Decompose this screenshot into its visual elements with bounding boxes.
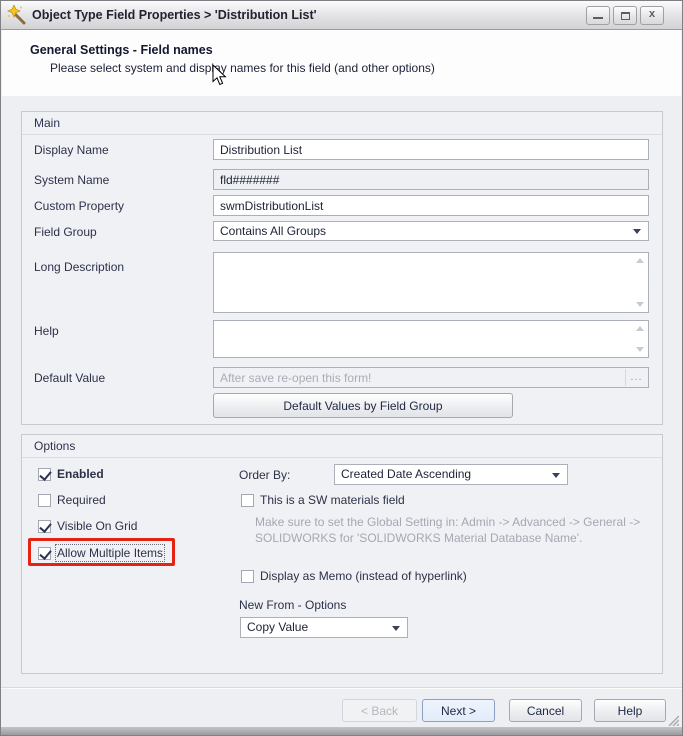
sw-materials-note: Make sure to set the Global Setting in: …	[255, 514, 640, 546]
help-label: Help	[34, 324, 59, 338]
group-main-caption: Main	[34, 116, 61, 130]
system-name-label: System Name	[34, 173, 110, 187]
mouse-cursor-icon	[212, 65, 227, 86]
title-bar[interactable]: Object Type Field Properties > 'Distribu…	[1, 1, 682, 30]
order-by-label: Order By:	[239, 468, 291, 482]
display-memo-checkbox[interactable]	[241, 569, 254, 583]
window-bottom-edge	[1, 727, 682, 735]
note-line-2: SOLIDWORKS for 'SOLIDWORKS Material Data…	[255, 531, 583, 545]
group-main: Main Display Name System Name Custom Pro…	[21, 111, 663, 425]
allow-multiple-items-checkbox[interactable]	[38, 546, 51, 560]
long-description-textarea[interactable]	[213, 252, 649, 313]
chevron-down-icon	[392, 625, 400, 631]
order-by-value: Created Date Ascending	[341, 467, 472, 481]
required-label[interactable]: Required	[57, 493, 106, 507]
enabled-label[interactable]: Enabled	[57, 467, 104, 481]
help-textarea[interactable]	[213, 320, 649, 358]
new-from-options-dropdown[interactable]: Copy Value	[240, 617, 408, 638]
new-from-options-value: Copy Value	[247, 620, 309, 634]
scroll-down-icon[interactable]	[636, 302, 644, 307]
maximize-icon	[621, 12, 630, 20]
scroll-up-icon[interactable]	[636, 326, 644, 331]
close-icon: x	[648, 8, 656, 20]
visible-on-grid-checkbox[interactable]	[38, 519, 51, 533]
page-subtitle: Please select system and display names f…	[50, 61, 435, 75]
wizard-header: General Settings - Field names Please se…	[2, 30, 681, 96]
checkbox-row-allow-multiple-items: Allow Multiple Items	[38, 544, 166, 562]
checkbox-row-visible-on-grid: Visible On Grid	[38, 519, 137, 533]
help-button[interactable]: Help	[594, 699, 666, 722]
minimize-button[interactable]	[586, 6, 610, 25]
default-values-by-field-group-button[interactable]: Default Values by Field Group	[213, 393, 513, 418]
page-title: General Settings - Field names	[30, 43, 213, 57]
long-description-label: Long Description	[34, 260, 125, 274]
custom-property-input[interactable]	[213, 195, 649, 216]
default-value-field[interactable]: ...	[213, 367, 649, 388]
next-button[interactable]: Next >	[422, 699, 495, 722]
note-line-1: Make sure to set the Global Setting in: …	[255, 515, 641, 529]
chevron-down-icon	[552, 472, 560, 478]
dialog-window: Object Type Field Properties > 'Distribu…	[0, 0, 683, 736]
system-name-input[interactable]	[213, 169, 649, 190]
display-name-label: Display Name	[34, 143, 109, 157]
new-from-options-label: New From - Options	[239, 598, 347, 612]
field-group-label: Field Group	[34, 225, 97, 239]
field-group-value: Contains All Groups	[220, 224, 327, 238]
display-name-input[interactable]	[213, 139, 649, 160]
required-checkbox[interactable]	[38, 493, 51, 507]
cancel-button[interactable]: Cancel	[509, 699, 582, 722]
back-button[interactable]: < Back	[342, 699, 417, 722]
window-title: Object Type Field Properties > 'Distribu…	[32, 8, 317, 22]
checkbox-row-required: Required	[38, 493, 106, 507]
group-options-caption: Options	[34, 439, 76, 453]
order-by-dropdown[interactable]: Created Date Ascending	[334, 464, 568, 485]
checkbox-row-display-memo: Display as Memo (instead of hyperlink)	[241, 569, 467, 583]
close-button[interactable]: x	[640, 6, 664, 25]
sw-materials-checkbox[interactable]	[241, 493, 254, 507]
wand-star-icon	[7, 5, 26, 25]
checkbox-row-enabled: Enabled	[38, 467, 104, 481]
sw-materials-label[interactable]: This is a SW materials field	[260, 493, 405, 507]
scroll-down-icon[interactable]	[636, 347, 644, 352]
allow-multiple-items-label[interactable]: Allow Multiple Items	[54, 544, 166, 562]
maximize-button[interactable]	[613, 6, 637, 25]
checkbox-row-sw-materials: This is a SW materials field	[241, 493, 405, 507]
group-options: Options Enabled Required Visible On Grid…	[21, 434, 663, 674]
visible-on-grid-label[interactable]: Visible On Grid	[57, 519, 137, 533]
chevron-down-icon	[633, 229, 641, 234]
default-value-label: Default Value	[34, 371, 106, 385]
field-group-dropdown[interactable]: Contains All Groups	[213, 221, 649, 241]
minimize-icon	[593, 17, 603, 19]
scroll-up-icon[interactable]	[636, 258, 644, 263]
enabled-checkbox[interactable]	[38, 467, 51, 481]
display-memo-label[interactable]: Display as Memo (instead of hyperlink)	[260, 569, 467, 583]
resize-grip[interactable]	[666, 713, 679, 726]
custom-property-label: Custom Property	[34, 199, 125, 213]
browse-ellipsis-button[interactable]: ...	[625, 369, 647, 386]
footer-divider	[1, 687, 682, 689]
default-value-input[interactable]	[214, 368, 626, 387]
